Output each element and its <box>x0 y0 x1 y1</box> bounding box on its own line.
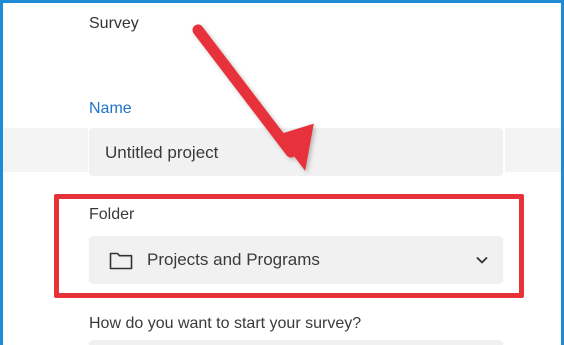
folder-icon <box>109 252 133 270</box>
folder-label: Folder <box>89 206 135 223</box>
background-strip <box>3 128 88 172</box>
background-strip <box>505 128 561 172</box>
start-survey-question: How do you want to start your survey? <box>89 315 362 332</box>
name-field-value: Untitled project <box>105 143 219 162</box>
name-field[interactable]: Untitled project <box>89 128 503 176</box>
folder-dropdown-value: Projects and Programs <box>147 250 320 269</box>
section-title: Survey <box>89 15 139 32</box>
name-label: Name <box>89 100 132 117</box>
folder-dropdown[interactable]: Projects and Programs <box>89 236 503 284</box>
start-option-field[interactable] <box>89 340 503 345</box>
chevron-down-icon[interactable] <box>475 253 489 267</box>
